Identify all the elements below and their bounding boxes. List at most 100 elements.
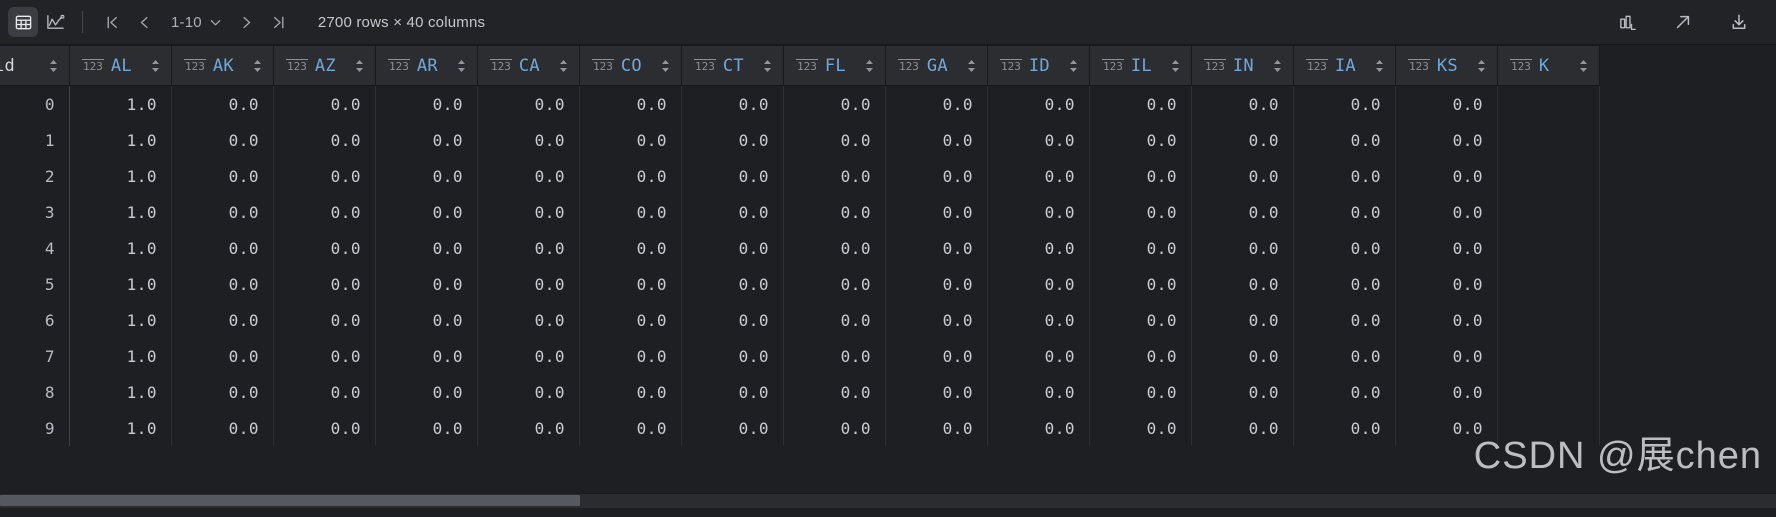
table-cell[interactable] <box>1498 230 1600 266</box>
table-cell[interactable]: 0.0 <box>376 410 478 446</box>
sort-arrows-icon[interactable] <box>1068 59 1079 73</box>
table-cell[interactable]: 0.0 <box>274 158 376 194</box>
table-cell[interactable]: 0.0 <box>886 122 988 158</box>
sort-arrows-icon[interactable] <box>1272 59 1283 73</box>
table-cell[interactable]: 0.0 <box>580 266 682 302</box>
table-cell[interactable]: 0.0 <box>886 86 988 122</box>
table-cell[interactable]: 0.0 <box>580 194 682 230</box>
table-cell[interactable]: 0.0 <box>172 410 274 446</box>
table-cell[interactable]: 0.0 <box>1090 86 1192 122</box>
sort-arrows-icon[interactable] <box>252 59 263 73</box>
table-cell[interactable]: 0.0 <box>376 374 478 410</box>
sort-arrows-icon[interactable] <box>558 59 569 73</box>
table-cell[interactable]: 0.0 <box>172 158 274 194</box>
table-cell[interactable]: 0.0 <box>784 86 886 122</box>
table-cell[interactable]: 0.0 <box>172 374 274 410</box>
table-cell[interactable]: 0.0 <box>274 338 376 374</box>
table-row[interactable]: 5 1.0 0.0 0.0 0.0 0.0 0.0 0.0 0.0 0.0 0.0 0.0 0.0 0.0… <box>0 266 1600 302</box>
table-cell[interactable]: 0.0 <box>682 158 784 194</box>
table-cell[interactable]: 0.0 <box>988 302 1090 338</box>
table-row[interactable]: 2 1.0 0.0 0.0 0.0 0.0 0.0 0.0 0.0 0.0 0.0 0.0 0.0 0.0… <box>0 158 1600 194</box>
table-cell[interactable]: 0.0 <box>580 338 682 374</box>
table-cell[interactable]: 0.0 <box>784 122 886 158</box>
column-header-ga[interactable]: 123 GA <box>886 46 988 85</box>
sort-arrows-icon[interactable] <box>354 59 365 73</box>
table-cell[interactable]: 1.0 <box>70 194 172 230</box>
table-cell[interactable]: 0.0 <box>376 158 478 194</box>
table-cell[interactable]: 0.0 <box>580 374 682 410</box>
table-cell[interactable]: 0.0 <box>376 86 478 122</box>
first-page-button[interactable] <box>97 7 127 37</box>
table-cell[interactable]: 0.0 <box>580 122 682 158</box>
table-cell[interactable]: 0.0 <box>1192 266 1294 302</box>
data-grid-viewport[interactable]: id123AL123AK123AZ123AR123CA123CO123CT123… <box>0 45 1776 493</box>
table-cell[interactable]: 0.0 <box>784 338 886 374</box>
table-cell[interactable]: 0.0 <box>376 194 478 230</box>
bar-chart-icon[interactable] <box>1612 7 1642 37</box>
table-cell[interactable]: 0.0 <box>478 122 580 158</box>
sort-arrows-icon[interactable] <box>1374 59 1385 73</box>
table-cell[interactable] <box>1498 194 1600 230</box>
sort-arrows-icon[interactable] <box>150 59 161 73</box>
table-cell[interactable] <box>1498 266 1600 302</box>
table-cell[interactable] <box>1498 410 1600 446</box>
table-row[interactable]: 3 1.0 0.0 0.0 0.0 0.0 0.0 0.0 0.0 0.0 0.0 0.0 0.0 0.0… <box>0 194 1600 230</box>
table-cell[interactable]: 0.0 <box>274 86 376 122</box>
table-cell[interactable]: 0.0 <box>1192 158 1294 194</box>
table-cell[interactable]: 0.0 <box>580 158 682 194</box>
column-header-ks[interactable]: 123 KS <box>1396 46 1498 85</box>
table-cell[interactable]: 0.0 <box>478 266 580 302</box>
column-header-il[interactable]: 123 IL <box>1090 46 1192 85</box>
table-cell[interactable] <box>1498 374 1600 410</box>
column-header-ca[interactable]: 123 CA <box>478 46 580 85</box>
table-cell[interactable]: 0.0 <box>1294 158 1396 194</box>
table-cell[interactable]: 0.0 <box>988 410 1090 446</box>
sort-arrows-icon[interactable] <box>456 59 467 73</box>
table-cell[interactable]: 0.0 <box>784 374 886 410</box>
table-cell[interactable]: 0.0 <box>1192 374 1294 410</box>
prev-page-button[interactable] <box>129 7 159 37</box>
table-cell[interactable]: 0.0 <box>1396 158 1498 194</box>
table-cell[interactable]: 0.0 <box>172 338 274 374</box>
table-cell[interactable]: 0.0 <box>1192 230 1294 266</box>
table-cell[interactable]: 0.0 <box>1396 338 1498 374</box>
table-cell[interactable]: 1.0 <box>70 410 172 446</box>
column-header-id[interactable]: id <box>0 46 70 85</box>
table-cell[interactable]: 0.0 <box>1294 194 1396 230</box>
table-cell[interactable]: 0.0 <box>580 302 682 338</box>
table-cell[interactable]: 0.0 <box>988 230 1090 266</box>
table-cell[interactable]: 0.0 <box>988 338 1090 374</box>
column-header-fl[interactable]: 123 FL <box>784 46 886 85</box>
table-row[interactable]: 6 1.0 0.0 0.0 0.0 0.0 0.0 0.0 0.0 0.0 0.0 0.0 0.0 0.0… <box>0 302 1600 338</box>
table-cell[interactable]: 0.0 <box>172 230 274 266</box>
table-cell[interactable]: 0.0 <box>886 194 988 230</box>
table-cell[interactable]: 0.0 <box>784 158 886 194</box>
table-row[interactable]: 0 1.0 0.0 0.0 0.0 0.0 0.0 0.0 0.0 0.0 0.0 0.0 0.0 0.0… <box>0 86 1600 122</box>
table-cell[interactable]: 0.0 <box>886 302 988 338</box>
table-cell[interactable]: 0.0 <box>274 230 376 266</box>
sort-arrows-icon[interactable] <box>1578 59 1589 73</box>
table-cell[interactable]: 0.0 <box>988 374 1090 410</box>
table-cell[interactable]: 0.0 <box>1090 266 1192 302</box>
column-header-id[interactable]: 123 ID <box>988 46 1090 85</box>
table-view-icon[interactable] <box>8 7 38 37</box>
table-cell[interactable]: 1.0 <box>70 266 172 302</box>
table-cell[interactable]: 0.0 <box>1192 410 1294 446</box>
sort-arrows-icon[interactable] <box>864 59 875 73</box>
table-cell[interactable]: 0.0 <box>580 86 682 122</box>
download-icon[interactable] <box>1724 7 1754 37</box>
table-cell[interactable]: 0.0 <box>274 194 376 230</box>
sort-arrows-icon[interactable] <box>660 59 671 73</box>
column-header-ak[interactable]: 123 AK <box>172 46 274 85</box>
table-cell[interactable]: 0.0 <box>682 410 784 446</box>
table-cell[interactable]: 0.0 <box>1090 194 1192 230</box>
table-cell[interactable]: 0.0 <box>274 122 376 158</box>
table-cell[interactable]: 0.0 <box>1294 86 1396 122</box>
table-cell[interactable]: 0.0 <box>682 266 784 302</box>
table-cell[interactable]: 0.0 <box>478 194 580 230</box>
table-cell[interactable]: 1.0 <box>70 374 172 410</box>
table-cell[interactable]: 1.0 <box>70 86 172 122</box>
table-cell[interactable]: 0.0 <box>886 374 988 410</box>
table-cell[interactable]: 0.0 <box>478 338 580 374</box>
table-cell[interactable]: 0.0 <box>784 302 886 338</box>
